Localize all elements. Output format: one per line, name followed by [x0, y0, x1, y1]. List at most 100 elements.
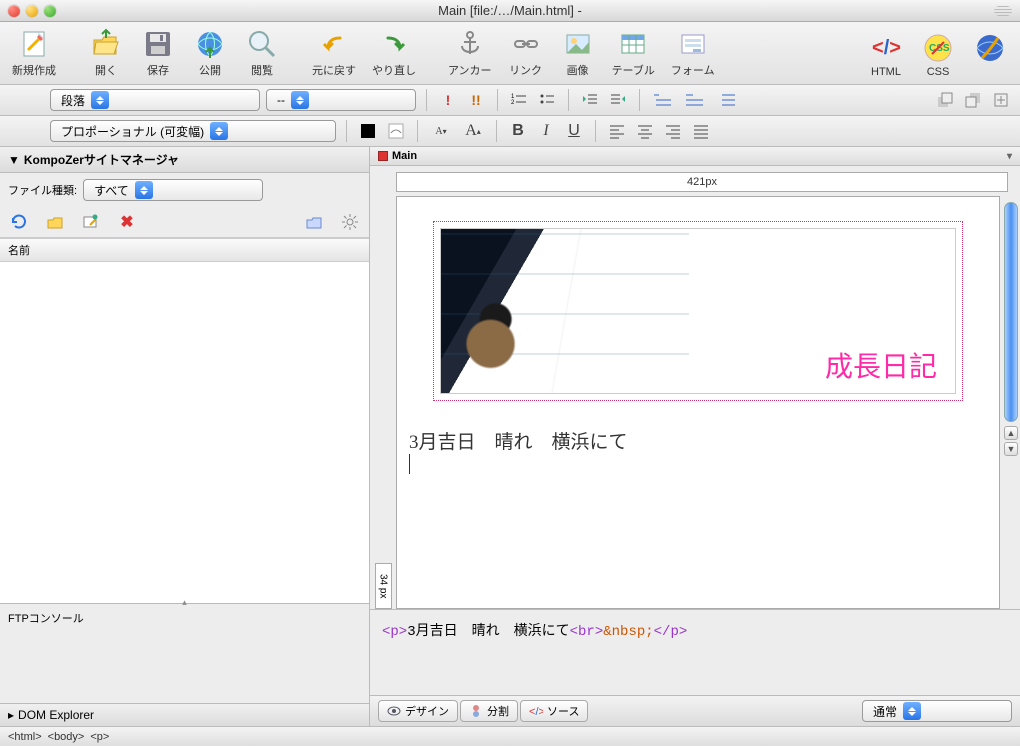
save-icon [142, 28, 174, 60]
filetype-select[interactable]: すべて [83, 179, 263, 201]
decrease-font-icon[interactable]: A▾ [428, 120, 454, 142]
style-select[interactable]: -- [266, 89, 416, 111]
anchor-icon [454, 28, 486, 60]
css-button[interactable]: CSS CSS [914, 30, 962, 80]
ul-icon[interactable] [536, 89, 558, 111]
status-bar: <html> <body> <p> [0, 726, 1020, 746]
new-button[interactable]: 新規作成 [6, 26, 62, 80]
underline-icon[interactable]: U [563, 120, 585, 142]
redo-button[interactable]: やり直し [366, 26, 422, 80]
site-manager-panel: ▼KompoZerサイトマネージャ ファイル種類: すべて ✖ 名前 ▴ FTP… [0, 147, 370, 726]
split-tab[interactable]: 分割 [460, 700, 518, 722]
table-button[interactable]: テーブル [606, 26, 661, 80]
modified-indicator-icon [378, 151, 388, 161]
vertical-ruler[interactable]: 34 px [370, 196, 396, 609]
editor-panel: Main ▾ 421px 34 px 成長日記 3月吉日 晴れ 横浜にて [370, 147, 1020, 726]
view-mode-tabs: デザイン 分割 </>ソース 通常 [370, 695, 1020, 726]
scroll-up-icon[interactable]: ▲ [1004, 426, 1018, 440]
outdent-icon[interactable] [579, 89, 601, 111]
align-left-icon[interactable] [606, 120, 628, 142]
open-icon [90, 28, 122, 60]
html-button[interactable]: </> HTML [862, 30, 910, 80]
svg-text:2: 2 [511, 100, 515, 106]
redo-icon [378, 28, 410, 60]
em-strong-icon[interactable]: ! [437, 89, 459, 111]
banner-photo[interactable] [441, 229, 689, 393]
eye-icon [387, 704, 401, 718]
format-bar-1: 段落 -- ! !! 12 [0, 85, 1020, 116]
save-button[interactable]: 保存 [134, 26, 182, 80]
titlebar: Main [file:/…/Main.html] - [0, 0, 1020, 22]
ol-icon[interactable]: 12 [508, 89, 530, 111]
dl-icon[interactable] [650, 89, 676, 111]
svg-text:</>: </> [529, 706, 543, 718]
vertical-scrollbar[interactable] [1004, 202, 1018, 422]
undo-button[interactable]: 元に戻す [306, 26, 362, 80]
browse-button[interactable]: 閲覧 [238, 26, 286, 80]
globe-feather-icon [974, 32, 1006, 64]
layer-front-icon[interactable] [934, 89, 956, 111]
source-preview[interactable]: <p>3月吉日 晴れ 横浜にて<br>&nbsp;</p> [370, 609, 1020, 695]
dt-icon[interactable] [682, 89, 708, 111]
indent-icon[interactable] [607, 89, 629, 111]
delete-site-icon[interactable]: ✖ [116, 211, 138, 233]
bold-icon[interactable]: B [507, 120, 529, 142]
dd-icon[interactable] [714, 89, 740, 111]
tab-menu-icon[interactable]: ▾ [1007, 151, 1012, 162]
dom-explorer-header[interactable]: ▸DOM Explorer [0, 703, 369, 726]
anchor-button[interactable]: アンカー [442, 26, 498, 80]
form-button[interactable]: フォーム [665, 26, 721, 80]
increase-font-icon[interactable]: A▴ [460, 120, 486, 142]
source-tab[interactable]: </>ソース [520, 700, 588, 722]
render-mode-select[interactable]: 通常 [862, 700, 1012, 722]
link-icon [510, 28, 542, 60]
bg-color-icon[interactable] [385, 120, 407, 142]
banner-container[interactable]: 成長日記 [433, 221, 963, 401]
site-manager-header[interactable]: ▼KompoZerサイトマネージャ [0, 147, 369, 173]
open-site-icon[interactable] [44, 211, 66, 233]
banner-title[interactable]: 成長日記 [689, 345, 955, 393]
source-icon: </> [529, 704, 543, 718]
breadcrumb-p[interactable]: <p> [90, 731, 109, 743]
undo-icon [318, 28, 350, 60]
layer-add-icon[interactable] [990, 89, 1012, 111]
italic-icon[interactable]: I [535, 120, 557, 142]
align-justify-icon[interactable] [690, 120, 712, 142]
file-list-header[interactable]: 名前 [0, 238, 369, 262]
image-button[interactable]: 画像 [554, 26, 602, 80]
em-emphasis-icon[interactable]: !! [465, 89, 487, 111]
publish-button[interactable]: 公開 [186, 26, 234, 80]
ext-button[interactable] [966, 30, 1014, 80]
body-paragraph[interactable]: 3月吉日 晴れ 横浜にて [409, 427, 987, 480]
document-tab[interactable]: Main ▾ [370, 147, 1020, 166]
table-icon [617, 28, 649, 60]
breadcrumb-html[interactable]: <html> [8, 731, 42, 743]
design-tab[interactable]: デザイン [378, 700, 458, 722]
open-button[interactable]: 開く [82, 26, 130, 80]
refresh-icon[interactable] [8, 211, 30, 233]
split-icon [469, 704, 483, 718]
format-bar-2: プロポーショナル (可変幅) A▾ A▴ B I U [0, 116, 1020, 147]
css-icon: CSS [922, 32, 954, 64]
scroll-down-icon[interactable]: ▼ [1004, 442, 1018, 456]
image-icon [562, 28, 594, 60]
edit-site-icon[interactable] [80, 211, 102, 233]
publish-icon [194, 28, 226, 60]
horizontal-ruler[interactable]: 421px [396, 172, 1008, 192]
settings-icon[interactable] [339, 211, 361, 233]
main-toolbar: 新規作成 開く 保存 公開 閲覧 元に戻す やり直し アンカー リンク 画像 テ… [0, 22, 1020, 85]
font-select[interactable]: プロポーショナル (可変幅) [50, 120, 336, 142]
design-canvas[interactable]: 成長日記 3月吉日 晴れ 横浜にて [396, 196, 1000, 609]
align-center-icon[interactable] [634, 120, 656, 142]
link-button[interactable]: リンク [502, 26, 550, 80]
filetype-label: ファイル種類: [8, 182, 77, 198]
file-list[interactable] [0, 262, 369, 603]
ftp-console-section[interactable]: ▴ FTPコンソール [0, 603, 369, 703]
text-color-icon[interactable] [357, 120, 379, 142]
breadcrumb-body[interactable]: <body> [48, 731, 85, 743]
new-folder-icon[interactable] [303, 211, 325, 233]
paragraph-select[interactable]: 段落 [50, 89, 260, 111]
disclosure-triangle-icon: ▼ [8, 153, 20, 167]
align-right-icon[interactable] [662, 120, 684, 142]
layer-back-icon[interactable] [962, 89, 984, 111]
